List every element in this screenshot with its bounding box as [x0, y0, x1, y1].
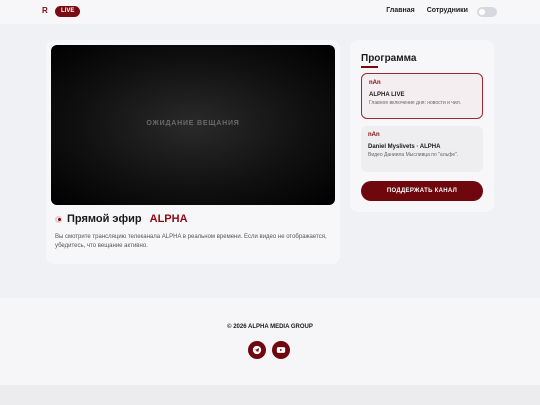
- social-links: [248, 341, 290, 359]
- youtube-icon[interactable]: [272, 341, 290, 359]
- program-item-time: nAn: [369, 80, 381, 86]
- program-item-description: Главное включение дня: новости и чил.: [369, 100, 462, 106]
- main-nav: Главная Сотрудники: [386, 7, 468, 14]
- live-badge: LIVE: [55, 6, 81, 17]
- program-item-name: ALPHA LIVE: [369, 92, 405, 98]
- program-title-underline: [361, 66, 378, 68]
- program-item-time: nAn: [368, 132, 380, 138]
- copyright: © 2026 ALPHA MEDIA GROUP: [227, 324, 313, 330]
- footer: © 2026 ALPHA MEDIA GROUP: [0, 298, 540, 385]
- program-item[interactable]: nAn Daniel Myslivets · ALPHA Видео Дании…: [361, 126, 483, 172]
- program-item-description: Видео Даниила Мысливца по "альфе".: [368, 152, 459, 158]
- stream-description: Вы смотрите трансляцию телеканала ALPHA …: [55, 234, 327, 249]
- stream-title-prefix: Прямой эфир: [67, 213, 142, 225]
- bottom-strip: [0, 385, 540, 405]
- video-status: ОЖИДАНИЕ ВЕЩАНИЯ: [146, 120, 240, 127]
- support-channel-button[interactable]: ПОДДЕРЖАТЬ КАНАЛ: [361, 181, 483, 201]
- logo[interactable]: R: [42, 6, 48, 15]
- header: R LIVE Главная Сотрудники: [0, 0, 540, 24]
- player-card: ОЖИДАНИЕ ВЕЩАНИЯ Прямой эфир ALPHA Вы смо…: [46, 40, 340, 264]
- program-item-name: Daniel Myslivets · ALPHA: [368, 144, 441, 150]
- video-player[interactable]: ОЖИДАНИЕ ВЕЩАНИЯ: [51, 45, 335, 205]
- stream-title-brand: ALPHA: [149, 213, 188, 225]
- live-dot-icon: [55, 215, 62, 223]
- program-item[interactable]: nAn ALPHA LIVE Главное включение дня: но…: [361, 73, 483, 119]
- theme-toggle[interactable]: [477, 7, 497, 17]
- stream-title: Прямой эфир ALPHA: [55, 213, 188, 225]
- program-title: Программа: [361, 53, 417, 64]
- nav-staff-link[interactable]: Сотрудники: [427, 7, 468, 14]
- nav-home-link[interactable]: Главная: [386, 7, 414, 14]
- telegram-icon[interactable]: [248, 341, 266, 359]
- program-card: Программа nAn ALPHA LIVE Главное включен…: [350, 40, 494, 212]
